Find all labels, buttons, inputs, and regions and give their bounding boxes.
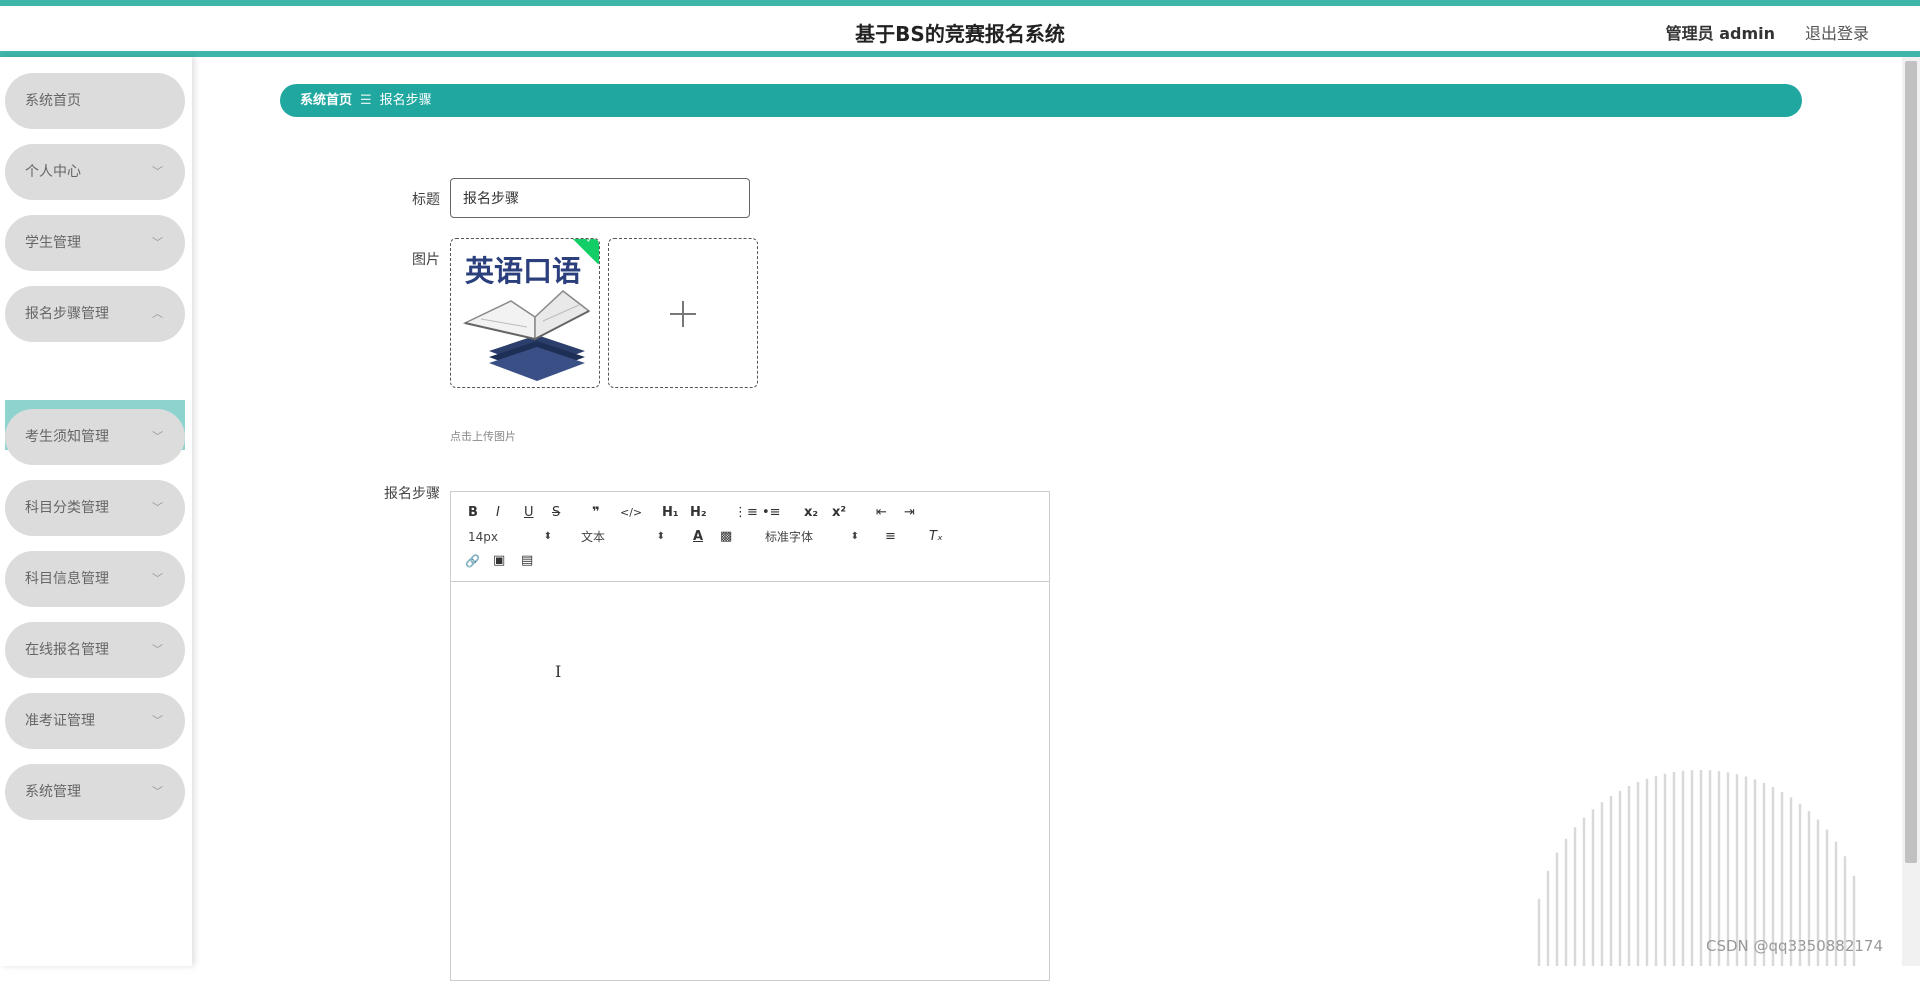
image-label: 图片 [412, 252, 440, 268]
bullet-list-button[interactable]: •≡ [762, 504, 781, 522]
font-size-select[interactable]: 14px ⬍ [468, 528, 552, 546]
select-arrow-icon: ⬍ [543, 531, 552, 542]
italic-button[interactable]: I [496, 504, 500, 522]
link-button[interactable]: 🔗 [465, 552, 480, 570]
sidebar-item-label: 学生管理 [25, 235, 81, 251]
font-family-select[interactable]: 标准字体 ⬍ [765, 528, 859, 546]
chevron-down-icon: ﹀ [152, 714, 163, 727]
chevron-down-icon: ﹀ [152, 643, 163, 656]
chevron-down-icon: ﹀ [152, 572, 163, 585]
sidebar-item-label: 科目信息管理 [25, 571, 109, 587]
add-image-button[interactable] [608, 238, 758, 388]
clear-format-button[interactable]: Tₓ [929, 528, 943, 546]
breadcrumb-separator-icon: ☰ [360, 93, 372, 108]
font-size-value: 14px [468, 530, 498, 544]
code-block-button[interactable]: </> [620, 504, 642, 522]
decorative-stripes-graphic [1537, 770, 1856, 966]
sidebar-item-system[interactable]: 系统管理 ﹀ [5, 764, 185, 820]
sidebar-item-label: 准考证管理 [25, 713, 95, 729]
quote-button[interactable]: ❞ [592, 504, 600, 522]
editor-toolbar: B I U S ❞ </> H₁ H₂ ⋮≡ •≡ x₂ x² ⇤ ⇥ 14px… [451, 492, 1049, 582]
image-caption: 英语口语 [465, 254, 581, 288]
content-label: 报名步骤 [384, 486, 440, 502]
strike-button[interactable]: S [552, 504, 560, 522]
sidebar-item-subject[interactable]: 科目信息管理 ﹀ [5, 551, 185, 607]
scrollbar-thumb[interactable] [1905, 61, 1917, 863]
subscript-button[interactable]: x₂ [804, 504, 818, 522]
chevron-down-icon: ﹀ [152, 165, 163, 178]
sidebar-item-students[interactable]: 学生管理 ﹀ [5, 215, 185, 271]
editor-content-area[interactable]: I [451, 582, 1049, 982]
page-scrollbar[interactable] [1902, 57, 1920, 966]
header-bar: 基于BS的竞赛报名系统 管理员 admin 退出登录 [0, 0, 1920, 57]
sidebar-item-category[interactable]: 科目分类管理 ﹀ [5, 480, 185, 536]
underline-button[interactable]: U [524, 504, 534, 522]
heading1-button[interactable]: H₁ [662, 504, 679, 522]
chevron-down-icon: ﹀ [152, 430, 163, 443]
sidebar-item-home[interactable]: 系统首页 [5, 73, 185, 129]
check-icon: ✓ [585, 238, 595, 246]
watermark-text: CSDN @qq3350882174 [1706, 937, 1884, 955]
rich-text-editor: B I U S ❞ </> H₁ H₂ ⋮≡ •≡ x₂ x² ⇤ ⇥ 14px… [450, 491, 1050, 981]
sidebar-item-label: 系统首页 [25, 93, 81, 109]
chevron-down-icon: ﹀ [152, 501, 163, 514]
user-label: 管理员 admin [1665, 24, 1775, 43]
sidebar-item-label: 考生须知管理 [25, 429, 109, 445]
sidebar-item-label: 系统管理 [25, 784, 81, 800]
sidebar-item-label: 科目分类管理 [25, 500, 109, 516]
heading2-button[interactable]: H₂ [690, 504, 707, 522]
breadcrumb-current: 报名步骤 [379, 93, 432, 108]
chevron-up-icon: ︿ [152, 307, 163, 320]
background-color-button[interactable]: ▩ [720, 528, 732, 546]
image-button[interactable]: ▣ [493, 552, 505, 570]
indent-button[interactable]: ⇥ [904, 504, 915, 522]
bold-button[interactable]: B [468, 504, 478, 522]
outdent-button[interactable]: ⇤ [876, 504, 887, 522]
title-label: 标题 [412, 192, 440, 208]
sidebar-item-admission[interactable]: 准考证管理 ﹀ [5, 693, 185, 749]
font-family-value: 标准字体 [765, 530, 814, 544]
uploaded-image[interactable]: 英语口语 ✓ [450, 238, 600, 388]
app-title: 基于BS的竞赛报名系统 [855, 22, 1065, 46]
text-cursor-icon: I [555, 662, 562, 681]
chevron-down-icon: ﹀ [152, 236, 163, 249]
book-image-icon: 英语口语 [462, 254, 591, 381]
sidebar-item-label: 在线报名管理 [25, 642, 109, 658]
upload-tip: 点击上传图片 [450, 430, 516, 443]
sidebar-item-steps[interactable]: 报名步骤管理 ︿ [5, 286, 185, 342]
logout-button[interactable]: 退出登录 [1805, 20, 1869, 44]
select-arrow-icon: ⬍ [850, 531, 859, 542]
font-color-button[interactable]: A [693, 528, 703, 546]
sidebar-item-label: 个人中心 [25, 164, 81, 180]
chevron-down-icon: ﹀ [152, 785, 163, 798]
breadcrumb-home[interactable]: 系统首页 [300, 93, 352, 108]
format-select[interactable]: 文本 ⬍ [581, 528, 665, 546]
breadcrumb: 系统首页 ☰ 报名步骤 [280, 84, 1802, 117]
sidebar-item-label: 报名步骤管理 [25, 306, 109, 322]
select-arrow-icon: ⬍ [656, 531, 665, 542]
sidebar-item-notice[interactable]: 考生须知管理 ﹀ [5, 409, 185, 465]
plus-icon-vertical [682, 301, 684, 327]
superscript-button[interactable]: x² [832, 504, 846, 522]
ordered-list-button[interactable]: ⋮≡ [734, 504, 758, 522]
sidebar-item-personal[interactable]: 个人中心 ﹀ [5, 144, 185, 200]
align-button[interactable]: ≡ [885, 528, 896, 546]
format-value: 文本 [581, 530, 606, 544]
title-input[interactable] [450, 178, 750, 218]
sidebar-item-registration[interactable]: 在线报名管理 ﹀ [5, 622, 185, 678]
video-button[interactable]: ▤ [521, 552, 533, 570]
sidebar: 系统首页 个人中心﹀ 学生管理﹀ 报名步骤管理︿ 报名步骤 考生须知管理﹀ 科目… [0, 57, 192, 966]
